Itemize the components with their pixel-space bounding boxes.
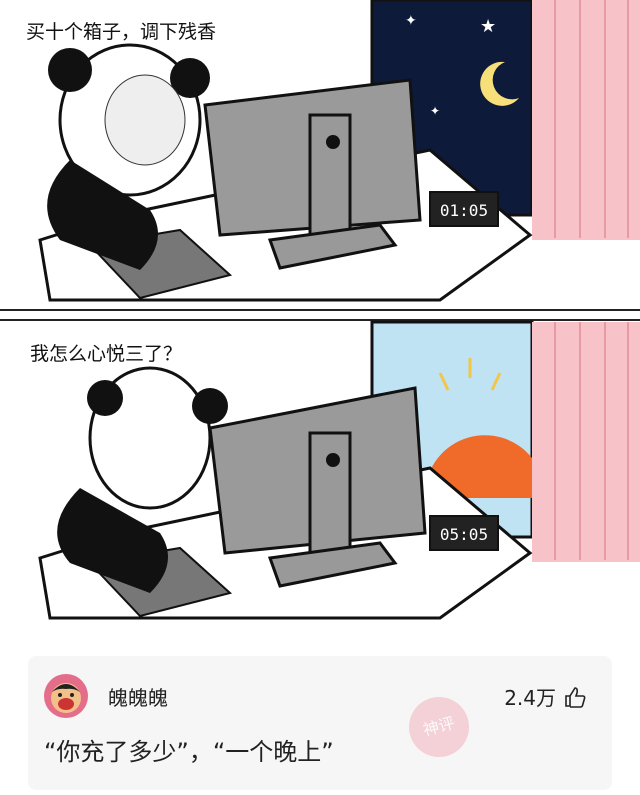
like-button[interactable]: 2.4万 bbox=[504, 682, 586, 711]
like-count: 2.4万 bbox=[504, 686, 556, 710]
avatar[interactable] bbox=[44, 674, 88, 718]
top-comment-stamp: 神评 bbox=[409, 697, 469, 757]
clock-time: 01:05 bbox=[440, 201, 488, 220]
panel-caption: 我怎么心悦三了？ bbox=[30, 343, 182, 365]
curtain bbox=[532, 0, 640, 240]
thumbs-up-icon bbox=[565, 686, 586, 708]
clock-time: 05:05 bbox=[440, 525, 488, 544]
comment-text: “你充了多少”，“一个晚上” bbox=[44, 738, 334, 766]
svg-text:★: ★ bbox=[480, 16, 496, 37]
curtain bbox=[532, 322, 640, 562]
svg-text:✦: ✦ bbox=[430, 104, 440, 118]
username[interactable]: 魄魄魄 bbox=[108, 682, 168, 711]
svg-text:✦: ✦ bbox=[405, 13, 417, 29]
comment-card: 魄魄魄 神评 2.4万 “你充了多少”，“一个晚上” bbox=[28, 656, 612, 790]
meme-panel-top: ✦ ★ ✦ 01:05 买十个箱子，调下残香 bbox=[0, 0, 640, 312]
panel-caption: 买十个箱子，调下残香 bbox=[26, 21, 216, 43]
meme-panel-bottom: 05:05 我怎么心悦三了？ bbox=[0, 318, 640, 638]
